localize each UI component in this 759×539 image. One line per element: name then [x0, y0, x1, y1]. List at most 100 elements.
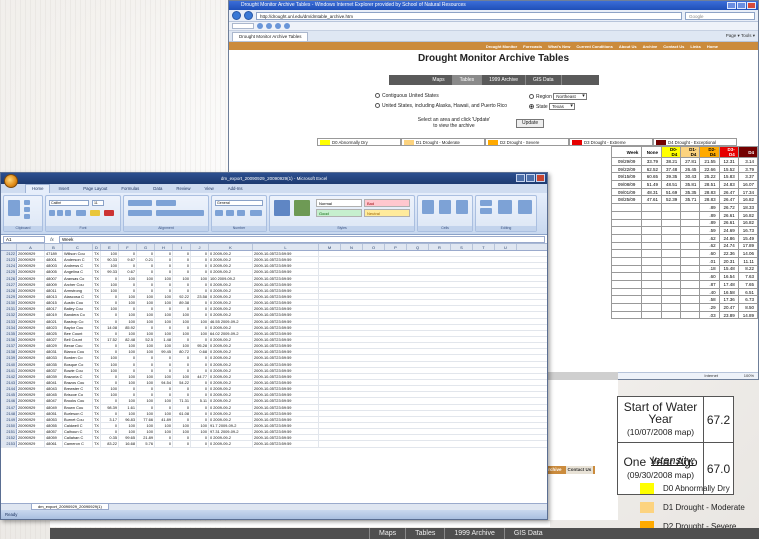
- spreadsheet-cell[interactable]: 2009-10-05T23:59:59: [253, 257, 319, 263]
- merge-center-icon[interactable]: [156, 210, 204, 216]
- spreadsheet-cell[interactable]: 91.7 2009-09-2: [209, 422, 253, 429]
- spreadsheet-cell[interactable]: 20090929: [17, 336, 45, 343]
- spreadsheet-cell[interactable]: 0: [155, 257, 173, 263]
- borders-icon[interactable]: [76, 210, 86, 216]
- spreadsheet-cell[interactable]: 0: [101, 429, 119, 435]
- spreadsheet-cell[interactable]: 48047: [45, 398, 63, 404]
- column-header[interactable]: F: [119, 244, 137, 250]
- fill-color-icon[interactable]: [90, 210, 100, 216]
- spreadsheet-cell[interactable]: 20090929: [17, 429, 45, 435]
- spreadsheet-cell[interactable]: 100: [119, 422, 137, 429]
- spreadsheet-cell[interactable]: TX: [93, 281, 101, 287]
- spreadsheet-cell[interactable]: 0: [155, 324, 173, 330]
- style-good[interactable]: Good: [316, 209, 362, 217]
- name-box[interactable]: A1: [3, 235, 45, 243]
- spreadsheet-cell[interactable]: 0: [191, 367, 209, 373]
- paste-icon[interactable]: [8, 200, 20, 216]
- spreadsheet-cell[interactable]: 100: [119, 429, 137, 435]
- spreadsheet-cell[interactable]: 48003: [45, 263, 63, 269]
- spreadsheet-cell[interactable]: Burleson C: [63, 410, 93, 416]
- spreadsheet-cell[interactable]: 100: [173, 318, 191, 324]
- spreadsheet-cell[interactable]: 100: [101, 361, 119, 367]
- spreadsheet-cell[interactable]: 2009-10-05T23:59:59: [253, 435, 319, 441]
- spreadsheet-cell[interactable]: 20090929: [17, 416, 45, 422]
- spreadsheet-cell[interactable]: 0: [137, 251, 155, 257]
- spreadsheet-cell[interactable]: Bell Count: [63, 336, 93, 343]
- ie-tab-active[interactable]: Drought Monitor Archive Tables: [232, 32, 309, 41]
- spreadsheet-cell[interactable]: 0 2009-09-2: [209, 324, 253, 330]
- ribbon-tab[interactable]: Home: [25, 184, 51, 193]
- spreadsheet-cell[interactable]: 48031: [45, 349, 63, 355]
- spreadsheet-cell[interactable]: 100: [119, 318, 137, 324]
- spreadsheet-cell[interactable]: 0: [191, 336, 209, 343]
- spreadsheet-cell[interactable]: TX: [93, 263, 101, 269]
- ribbon-tab[interactable]: Data: [147, 185, 168, 193]
- spreadsheet-cell[interactable]: 52.5: [137, 336, 155, 343]
- spreadsheet-cell[interactable]: 0 2009-09-2: [209, 379, 253, 386]
- spreadsheet-cell[interactable]: 0: [191, 392, 209, 398]
- spreadsheet-cell[interactable]: 48051: [45, 410, 63, 416]
- bottom-tab[interactable]: Maps: [369, 528, 405, 539]
- column-header[interactable]: D: [93, 244, 101, 250]
- percent-icon[interactable]: [226, 210, 234, 216]
- close-icon[interactable]: [536, 174, 545, 182]
- dm-nav-link[interactable]: Current Conditions: [576, 44, 612, 49]
- spreadsheet-cell[interactable]: TX: [93, 404, 101, 410]
- spreadsheet-cell[interactable]: 0 2009-09-2: [209, 300, 253, 306]
- spreadsheet-cell[interactable]: Bosque Co: [63, 361, 93, 367]
- spreadsheet-cell[interactable]: 17.52: [101, 336, 119, 343]
- spreadsheet-cell[interactable]: 5.76: [137, 441, 155, 447]
- spreadsheet-cell[interactable]: 48013: [45, 293, 63, 300]
- spreadsheet-cell[interactable]: 100: [119, 300, 137, 306]
- spreadsheet-cell[interactable]: 1.48: [155, 336, 173, 343]
- spreadsheet-cell[interactable]: 0: [155, 404, 173, 410]
- spreadsheet-cell[interactable]: Brewster C: [63, 386, 93, 392]
- spreadsheet-cell[interactable]: 100: [137, 398, 155, 404]
- format-cells-icon[interactable]: [456, 200, 468, 214]
- spreadsheet-cell[interactable]: 48059: [45, 435, 63, 441]
- spreadsheet-cell[interactable]: 0: [137, 367, 155, 373]
- spreadsheet-cell[interactable]: 100: [155, 318, 173, 324]
- toolbar-icon[interactable]: [275, 23, 281, 29]
- spreadsheet-cell[interactable]: 0 2009-09-2: [209, 336, 253, 343]
- spreadsheet-cell[interactable]: 2009-10-05T23:59:59: [253, 263, 319, 269]
- spreadsheet-cell[interactable]: 2009-10-05T23:59:59: [253, 343, 319, 349]
- spreadsheet-cell[interactable]: Brazoria C: [63, 373, 93, 379]
- spreadsheet-cell[interactable]: 0: [191, 410, 209, 416]
- spreadsheet-cell[interactable]: TX: [93, 441, 101, 447]
- spreadsheet-cell[interactable]: 20090929: [17, 275, 45, 281]
- spreadsheet-cell[interactable]: 0: [173, 367, 191, 373]
- spreadsheet-cell[interactable]: 0: [119, 386, 137, 392]
- spreadsheet-cell[interactable]: Burnet Cou: [63, 416, 93, 422]
- spreadsheet-cell[interactable]: TX: [93, 330, 101, 336]
- spreadsheet-cell[interactable]: 2009-10-05T23:59:59: [253, 367, 319, 373]
- spreadsheet-cell[interactable]: 2009-10-05T23:59:59: [253, 392, 319, 398]
- spreadsheet-cell[interactable]: 0 2009-09-2: [209, 355, 253, 361]
- spreadsheet-cell[interactable]: 100: [191, 318, 209, 324]
- spreadsheet-cell[interactable]: 96.83: [119, 416, 137, 422]
- spreadsheet-cell[interactable]: 0: [137, 263, 155, 269]
- column-header[interactable]: B: [45, 244, 63, 250]
- spreadsheet-cell[interactable]: TX: [93, 379, 101, 386]
- spreadsheet-cell[interactable]: Atascosa C: [63, 293, 93, 300]
- spreadsheet-cell[interactable]: 48043: [45, 386, 63, 392]
- spreadsheet-cell[interactable]: 20090929: [17, 251, 45, 257]
- spreadsheet-cell[interactable]: 100: [137, 410, 155, 416]
- spreadsheet-cell[interactable]: 20090929: [17, 343, 45, 349]
- align-horizontal-icon[interactable]: [128, 210, 152, 216]
- spreadsheet-cell[interactable]: 20090929: [17, 386, 45, 392]
- number-format-select[interactable]: General: [215, 200, 263, 206]
- spreadsheet-cell[interactable]: 0: [119, 281, 137, 287]
- spreadsheet-cell[interactable]: Bowie Cou: [63, 367, 93, 373]
- spreadsheet-cell[interactable]: 0: [137, 324, 155, 330]
- column-header[interactable]: E: [101, 244, 119, 250]
- region-select[interactable]: Northeast: [553, 93, 587, 100]
- font-name-select[interactable]: Calibri: [49, 200, 89, 206]
- autosum-icon[interactable]: [480, 200, 492, 206]
- spreadsheet-cell[interactable]: 48039: [45, 373, 63, 379]
- spreadsheet-cell[interactable]: Baylor Cou: [63, 324, 93, 330]
- spreadsheet-cell[interactable]: TX: [93, 343, 101, 349]
- spreadsheet-cell[interactable]: 0: [173, 392, 191, 398]
- spreadsheet-grid[interactable]: ABCDEFGHIJKLMNOPQRSTU 2122 20090929 47189 W…: [1, 244, 547, 448]
- spreadsheet-cell[interactable]: 0: [101, 312, 119, 318]
